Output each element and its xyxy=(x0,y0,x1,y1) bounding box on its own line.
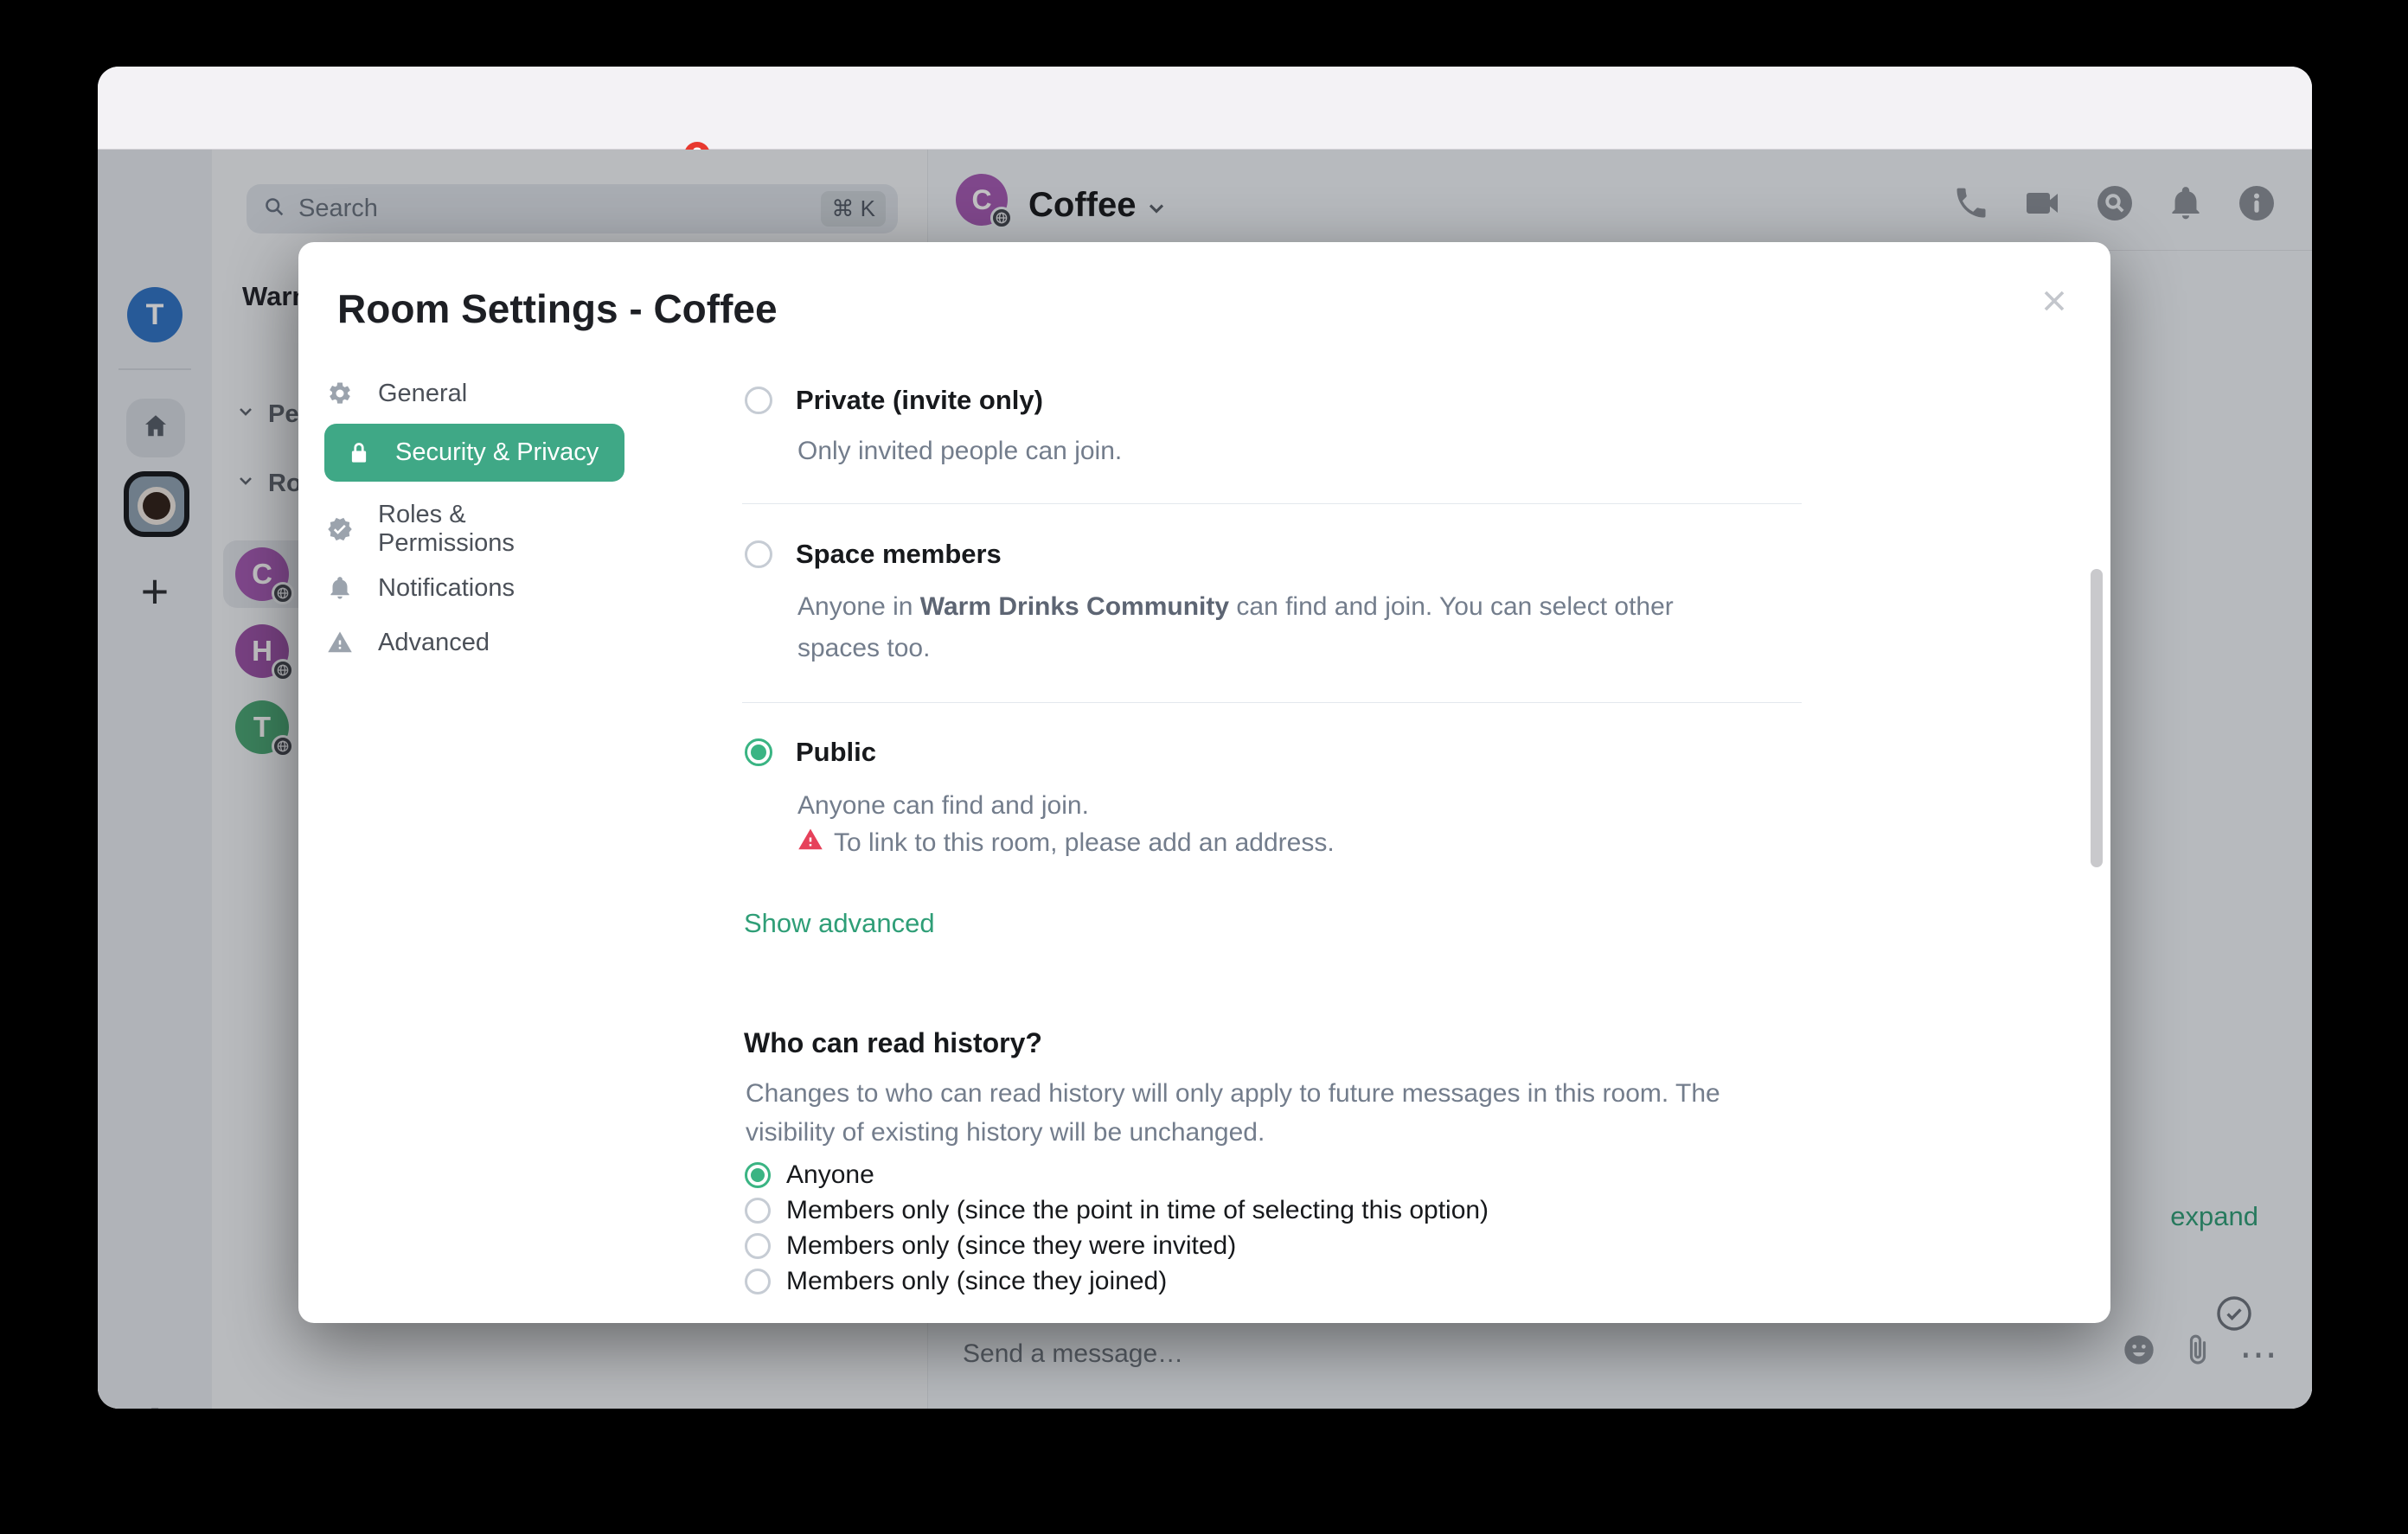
radio-members-point[interactable] xyxy=(745,1198,771,1224)
radio-row-anyone[interactable]: Anyone xyxy=(745,1160,874,1190)
warning-triangle-icon xyxy=(797,827,823,860)
room-settings-dialog: Room Settings - Coffee General Security … xyxy=(298,242,2110,1323)
warning-text: To link to this room, please add an addr… xyxy=(834,828,1335,857)
tab-notifications[interactable]: Notifications xyxy=(324,571,515,605)
option-desc-space-members: Anyone in Warm Drinks Community can find… xyxy=(797,586,1745,669)
history-heading: Who can read history? xyxy=(744,1027,1042,1058)
close-icon[interactable] xyxy=(2037,284,2072,323)
radio-row-members-joined[interactable]: Members only (since they joined) xyxy=(745,1267,1167,1296)
radio-private[interactable] xyxy=(745,387,772,414)
option-desc-private: Only invited people can join. xyxy=(797,437,1123,465)
option-label-private[interactable]: Private (invite only) xyxy=(796,385,1043,416)
warning-triangle-icon xyxy=(324,630,355,655)
tab-roles-permissions[interactable]: Roles & Permissions xyxy=(324,490,594,568)
show-advanced-link[interactable]: Show advanced xyxy=(744,908,935,939)
radio-row-members-point[interactable]: Members only (since the point in time of… xyxy=(745,1196,1489,1225)
dialog-title: Room Settings - Coffee xyxy=(337,286,778,331)
tab-label: Notifications xyxy=(378,573,515,602)
bell-icon xyxy=(324,575,355,601)
tab-security-privacy[interactable]: Security & Privacy xyxy=(324,424,624,482)
option-desc-public: Anyone can find and join. xyxy=(797,791,1089,820)
radio-anyone[interactable] xyxy=(745,1162,771,1188)
gear-icon xyxy=(324,380,355,406)
history-description: Changes to who can read history will onl… xyxy=(746,1079,1720,1147)
tab-general[interactable]: General xyxy=(324,376,467,411)
browser-toolbar: 2 app.element.io Ax xyxy=(98,67,2312,203)
divider xyxy=(742,702,1802,703)
lock-icon xyxy=(343,440,375,466)
radio-label: Members only (since the point in time of… xyxy=(786,1196,1489,1224)
modal-scrollbar[interactable] xyxy=(2091,569,2103,867)
tab-label: General xyxy=(378,379,468,407)
radio-label: Members only (since they were invited) xyxy=(786,1231,1237,1260)
radio-row-members-invited[interactable]: Members only (since they were invited) xyxy=(745,1231,1236,1261)
space-name-bold: Warm Drinks Community xyxy=(919,592,1230,621)
tab-advanced[interactable]: Advanced xyxy=(324,625,490,660)
option-label-public[interactable]: Public xyxy=(796,737,876,768)
roles-badge-icon xyxy=(324,516,355,542)
divider xyxy=(742,503,1802,504)
radio-public[interactable] xyxy=(745,738,772,766)
radio-space-members[interactable] xyxy=(745,540,772,568)
address-warning: To link to this room, please add an addr… xyxy=(797,827,1335,860)
tab-label: Advanced xyxy=(378,628,490,656)
tab-label: Roles & Permissions xyxy=(378,500,515,557)
radio-members-joined[interactable] xyxy=(745,1269,771,1294)
option-label-space-members[interactable]: Space members xyxy=(796,539,1002,570)
browser-window: 2 app.element.io Ax xyxy=(98,67,2312,1409)
radio-label: Anyone xyxy=(786,1160,874,1189)
radio-label: Members only (since they joined) xyxy=(786,1267,1168,1295)
tab-label: Security & Privacy xyxy=(395,438,599,466)
desc-text: Anyone in xyxy=(797,592,920,621)
radio-members-invited[interactable] xyxy=(745,1233,771,1259)
